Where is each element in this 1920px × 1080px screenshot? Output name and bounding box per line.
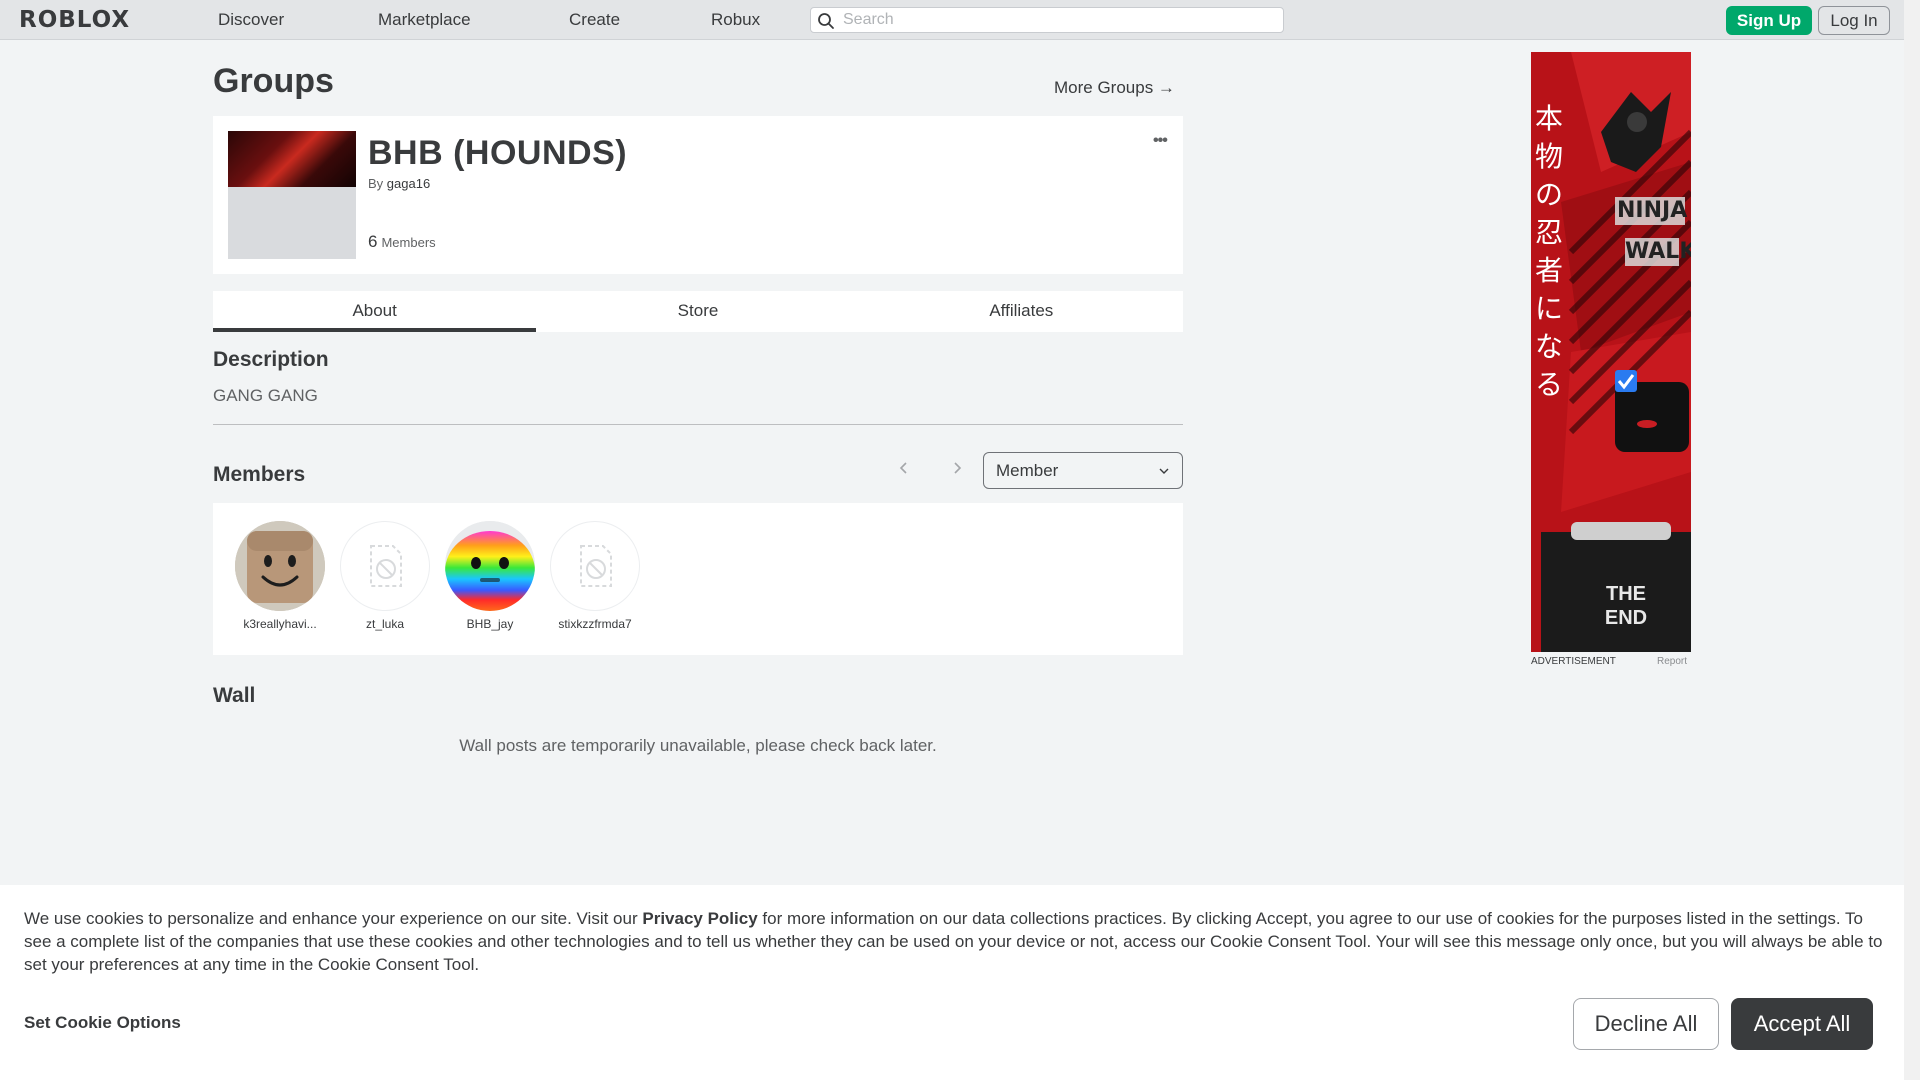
report-ad-link[interactable]: Report (1657, 656, 1687, 667)
group-owner-line: By gaga16 (368, 176, 430, 191)
member-count-value: 6 (368, 232, 378, 251)
member-card[interactable]: zt_luka (338, 521, 432, 631)
decline-all-button[interactable]: Decline All (1573, 998, 1719, 1050)
member-card[interactable]: stixkzzfrmda7 (548, 521, 642, 631)
set-cookie-options-link[interactable]: Set Cookie Options (24, 1013, 181, 1033)
member-card[interactable]: k3reallyhavi... (233, 521, 327, 631)
description-title: Description (213, 348, 329, 371)
ad-jacket-text-line-1: THE (1606, 583, 1646, 605)
search-input[interactable] (843, 10, 1273, 30)
more-groups-link[interactable]: More Groups → (1054, 78, 1175, 98)
group-tabs: About Store Affiliates (213, 291, 1183, 332)
top-navigation-bar: ROBLOX Discover Marketplace Create Robux… (0, 0, 1904, 40)
member-card[interactable]: BHB_jay (443, 521, 537, 631)
previous-page-icon[interactable] (898, 459, 910, 480)
advertisement-label: ADVERTISEMENT (1531, 656, 1616, 667)
image-unavailable-icon (370, 545, 402, 587)
ad-brand-line-2: WALK (1625, 239, 1691, 264)
page-scrollbar[interactable] (1904, 0, 1920, 1080)
tab-store[interactable]: Store (536, 291, 859, 332)
sign-up-button[interactable]: Sign Up (1726, 6, 1812, 35)
search-icon (818, 13, 834, 29)
wall-title: Wall (213, 684, 256, 707)
ad-brand-line-1: NINJA (1617, 198, 1688, 223)
page-title: Groups (213, 62, 334, 100)
next-page-icon[interactable] (951, 459, 963, 480)
avatar[interactable] (235, 521, 325, 611)
member-name[interactable]: zt_luka (338, 617, 432, 631)
avatar[interactable] (340, 521, 430, 611)
members-title: Members (213, 463, 306, 486)
avatar[interactable] (550, 521, 640, 611)
member-name[interactable]: BHB_jay (443, 617, 537, 631)
image-unavailable-icon (580, 545, 612, 587)
members-list: k3reallyhavi... zt_luka BHB_jay stixkzzf… (213, 503, 1183, 655)
avatar[interactable] (445, 521, 535, 611)
role-dropdown[interactable]: Member (983, 452, 1183, 489)
description-text: GANG GANG (213, 386, 318, 405)
nav-marketplace[interactable]: Marketplace (378, 10, 471, 30)
nav-robux[interactable]: Robux (711, 10, 760, 30)
section-divider (213, 424, 1183, 425)
cookie-message: We use cookies to personalize and enhanc… (24, 907, 1884, 976)
ad-jacket-text-line-2: END (1604, 607, 1648, 629)
tab-about[interactable]: About (213, 291, 537, 332)
role-dropdown-value: Member (996, 461, 1059, 480)
wall-unavailable-message: Wall posts are temporarily unavailable, … (459, 736, 937, 755)
member-count-label: Members (381, 235, 436, 250)
group-header-card: BHB (HOUNDS) By gaga16 6 Members ••• (213, 116, 1183, 274)
member-name[interactable]: k3reallyhavi... (233, 617, 327, 631)
advertisement-banner[interactable]: 本物の忍者になる NINJA WALK THE END (1531, 52, 1691, 652)
nav-create[interactable]: Create (569, 10, 620, 30)
rainbow-face-icon (445, 521, 535, 611)
group-name: BHB (HOUNDS) (368, 134, 628, 172)
member-name[interactable]: stixkzzfrmda7 (548, 617, 642, 631)
roblox-logo[interactable]: ROBLOX (19, 9, 130, 32)
group-owner-link[interactable]: gaga16 (387, 176, 430, 191)
tab-affiliates[interactable]: Affiliates (860, 291, 1183, 332)
ad-jacket-text: THE END (1591, 582, 1661, 630)
cookie-text-before: We use cookies to personalize and enhanc… (24, 909, 643, 928)
by-label: By (368, 176, 384, 191)
group-member-count: 6 Members (368, 232, 436, 252)
cookie-consent-banner: We use cookies to personalize and enhanc… (0, 885, 1904, 1080)
log-in-button[interactable]: Log In (1818, 6, 1890, 35)
ad-vertical-text: 本物の忍者になる (1535, 102, 1564, 401)
smiley-face-icon (235, 521, 325, 611)
group-emblem-image (228, 131, 356, 187)
nav-discover[interactable]: Discover (218, 10, 284, 30)
accept-all-button[interactable]: Accept All (1731, 998, 1873, 1050)
more-options-icon[interactable]: ••• (1153, 132, 1168, 150)
privacy-policy-link[interactable]: Privacy Policy (642, 909, 757, 928)
group-emblem (228, 131, 356, 259)
chevron-down-icon (1159, 468, 1169, 474)
search-box[interactable] (810, 7, 1284, 33)
